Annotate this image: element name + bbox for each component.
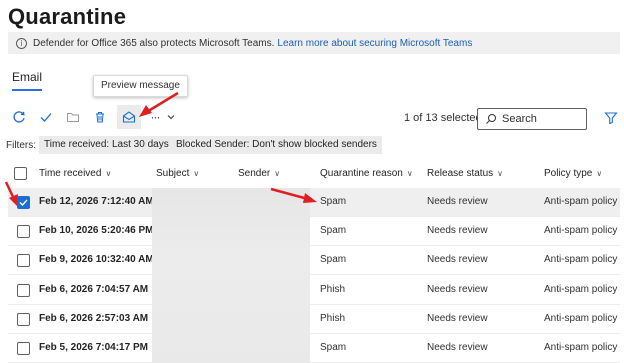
cell-release-status: Needs review	[427, 196, 488, 207]
search-icon	[486, 114, 496, 124]
annotation-arrow	[270, 187, 317, 203]
filter-button[interactable]	[604, 111, 618, 130]
banner-text: Defender for Office 365 also protects Mi…	[33, 37, 275, 49]
cell-release-status: Needs review	[427, 342, 488, 353]
redacted-area	[152, 188, 310, 363]
column-header-subject[interactable]: Subject ∨	[156, 168, 199, 179]
filter-chip-blocked-sender[interactable]: Blocked Sender: Don't show blocked sende…	[171, 136, 382, 154]
column-header-quarantine-reason[interactable]: Quarantine reason ∨	[320, 168, 413, 179]
search-placeholder: Search	[502, 113, 537, 125]
page-title: Quarantine	[8, 4, 127, 29]
column-header-sender[interactable]: Sender ∨	[238, 168, 280, 179]
column-header-release-status[interactable]: Release status ∨	[427, 168, 503, 179]
row-checkbox[interactable]	[17, 313, 30, 326]
selected-count: 1 of 13 selected	[404, 112, 482, 124]
search-input[interactable]: Search	[477, 108, 587, 130]
column-label: Quarantine reason	[320, 168, 403, 179]
select-button[interactable]	[35, 106, 57, 128]
cell-policy-type: Anti-spam policy	[544, 313, 618, 324]
table-row[interactable]: Feb 6, 2026 2:57:03 AM Phish Needs review A…	[8, 305, 620, 334]
info-banner: i Defender for Office 365 also protects …	[8, 32, 620, 54]
cell-policy-type: Anti-spam policy	[544, 342, 618, 353]
column-header-policy-type[interactable]: Policy type ∨	[544, 168, 602, 179]
cell-time-received: Feb 10, 2026 5:20:46 PM	[39, 225, 154, 236]
info-icon: i	[16, 37, 27, 49]
cell-time-received: Feb 9, 2026 10:32:40 AM	[39, 254, 154, 265]
filter-icon	[604, 112, 618, 125]
preview-message-icon	[122, 111, 136, 123]
cell-quarantine-reason: Spam	[320, 225, 347, 236]
folder-icon	[67, 113, 79, 122]
tab-email[interactable]: Email	[12, 70, 42, 84]
cell-time-received: Feb 12, 2026 7:12:40 AM	[39, 196, 154, 207]
chevron-down-icon: ∨	[274, 169, 281, 178]
column-label: Time received	[39, 168, 102, 179]
cell-time-received: Feb 6, 2026 7:04:57 AM	[39, 284, 149, 295]
column-header-time-received[interactable]: Time received ∨	[39, 168, 111, 179]
column-label: Sender	[238, 168, 271, 179]
chevron-down-icon: ∨	[406, 169, 413, 178]
annotation-arrow	[139, 91, 179, 117]
cell-quarantine-reason: Spam	[320, 196, 347, 207]
row-checkbox[interactable]	[17, 225, 30, 238]
cell-release-status: Needs review	[427, 284, 488, 295]
chevron-down-icon: ∨	[497, 169, 504, 178]
table-row[interactable]: Feb 5, 2026 7:04:17 PM Spam Needs review An…	[8, 334, 620, 363]
cell-policy-type: Anti-spam policy	[544, 225, 618, 236]
banner-link[interactable]: Learn more about securing Microsoft Team…	[277, 38, 472, 49]
cell-policy-type: Anti-spam policy	[544, 196, 618, 207]
cell-release-status: Needs review	[427, 313, 488, 324]
chevron-down-icon: ∨	[596, 169, 603, 178]
cell-time-received: Feb 6, 2026 2:57:03 AM	[39, 313, 149, 324]
column-label: Policy type	[544, 168, 593, 179]
column-label: Subject	[156, 168, 190, 179]
chevron-down-icon: ∨	[193, 169, 200, 178]
row-checkbox[interactable]	[17, 284, 30, 297]
delete-button[interactable]	[89, 106, 111, 128]
cell-time-received: Feb 5, 2026 7:04:17 PM	[39, 342, 148, 353]
tab-email-underline	[12, 89, 42, 91]
refresh-button[interactable]	[8, 106, 30, 128]
cell-release-status: Needs review	[427, 225, 488, 236]
cell-policy-type: Anti-spam policy	[544, 254, 618, 265]
check-icon	[40, 113, 52, 122]
row-checkbox[interactable]	[17, 254, 30, 267]
table-row[interactable]: Feb 9, 2026 10:32:40 AM Spam Needs review A…	[8, 246, 620, 275]
table-row[interactable]: Feb 6, 2026 7:04:57 AM Phish Needs review A…	[8, 276, 620, 305]
cell-release-status: Needs review	[427, 254, 488, 265]
chevron-down-icon: ∨	[105, 169, 112, 178]
cell-quarantine-reason: Phish	[320, 284, 346, 295]
move-button[interactable]	[62, 106, 84, 128]
table-row[interactable]: Feb 10, 2026 5:20:46 PM Spam Needs review A…	[8, 217, 620, 246]
column-label: Release status	[427, 168, 494, 179]
cell-quarantine-reason: Spam	[320, 254, 347, 265]
cell-policy-type: Anti-spam policy	[544, 284, 618, 295]
select-all-checkbox[interactable]	[14, 167, 27, 180]
filter-chip-time[interactable]: Time received: Last 30 days	[39, 136, 174, 154]
cell-quarantine-reason: Phish	[320, 313, 346, 324]
row-checkbox[interactable]	[17, 342, 30, 355]
refresh-icon	[13, 111, 25, 123]
cell-quarantine-reason: Spam	[320, 342, 347, 353]
filters-label: Filters:	[6, 140, 36, 151]
annotation-arrow	[4, 181, 18, 206]
delete-icon	[96, 112, 104, 123]
